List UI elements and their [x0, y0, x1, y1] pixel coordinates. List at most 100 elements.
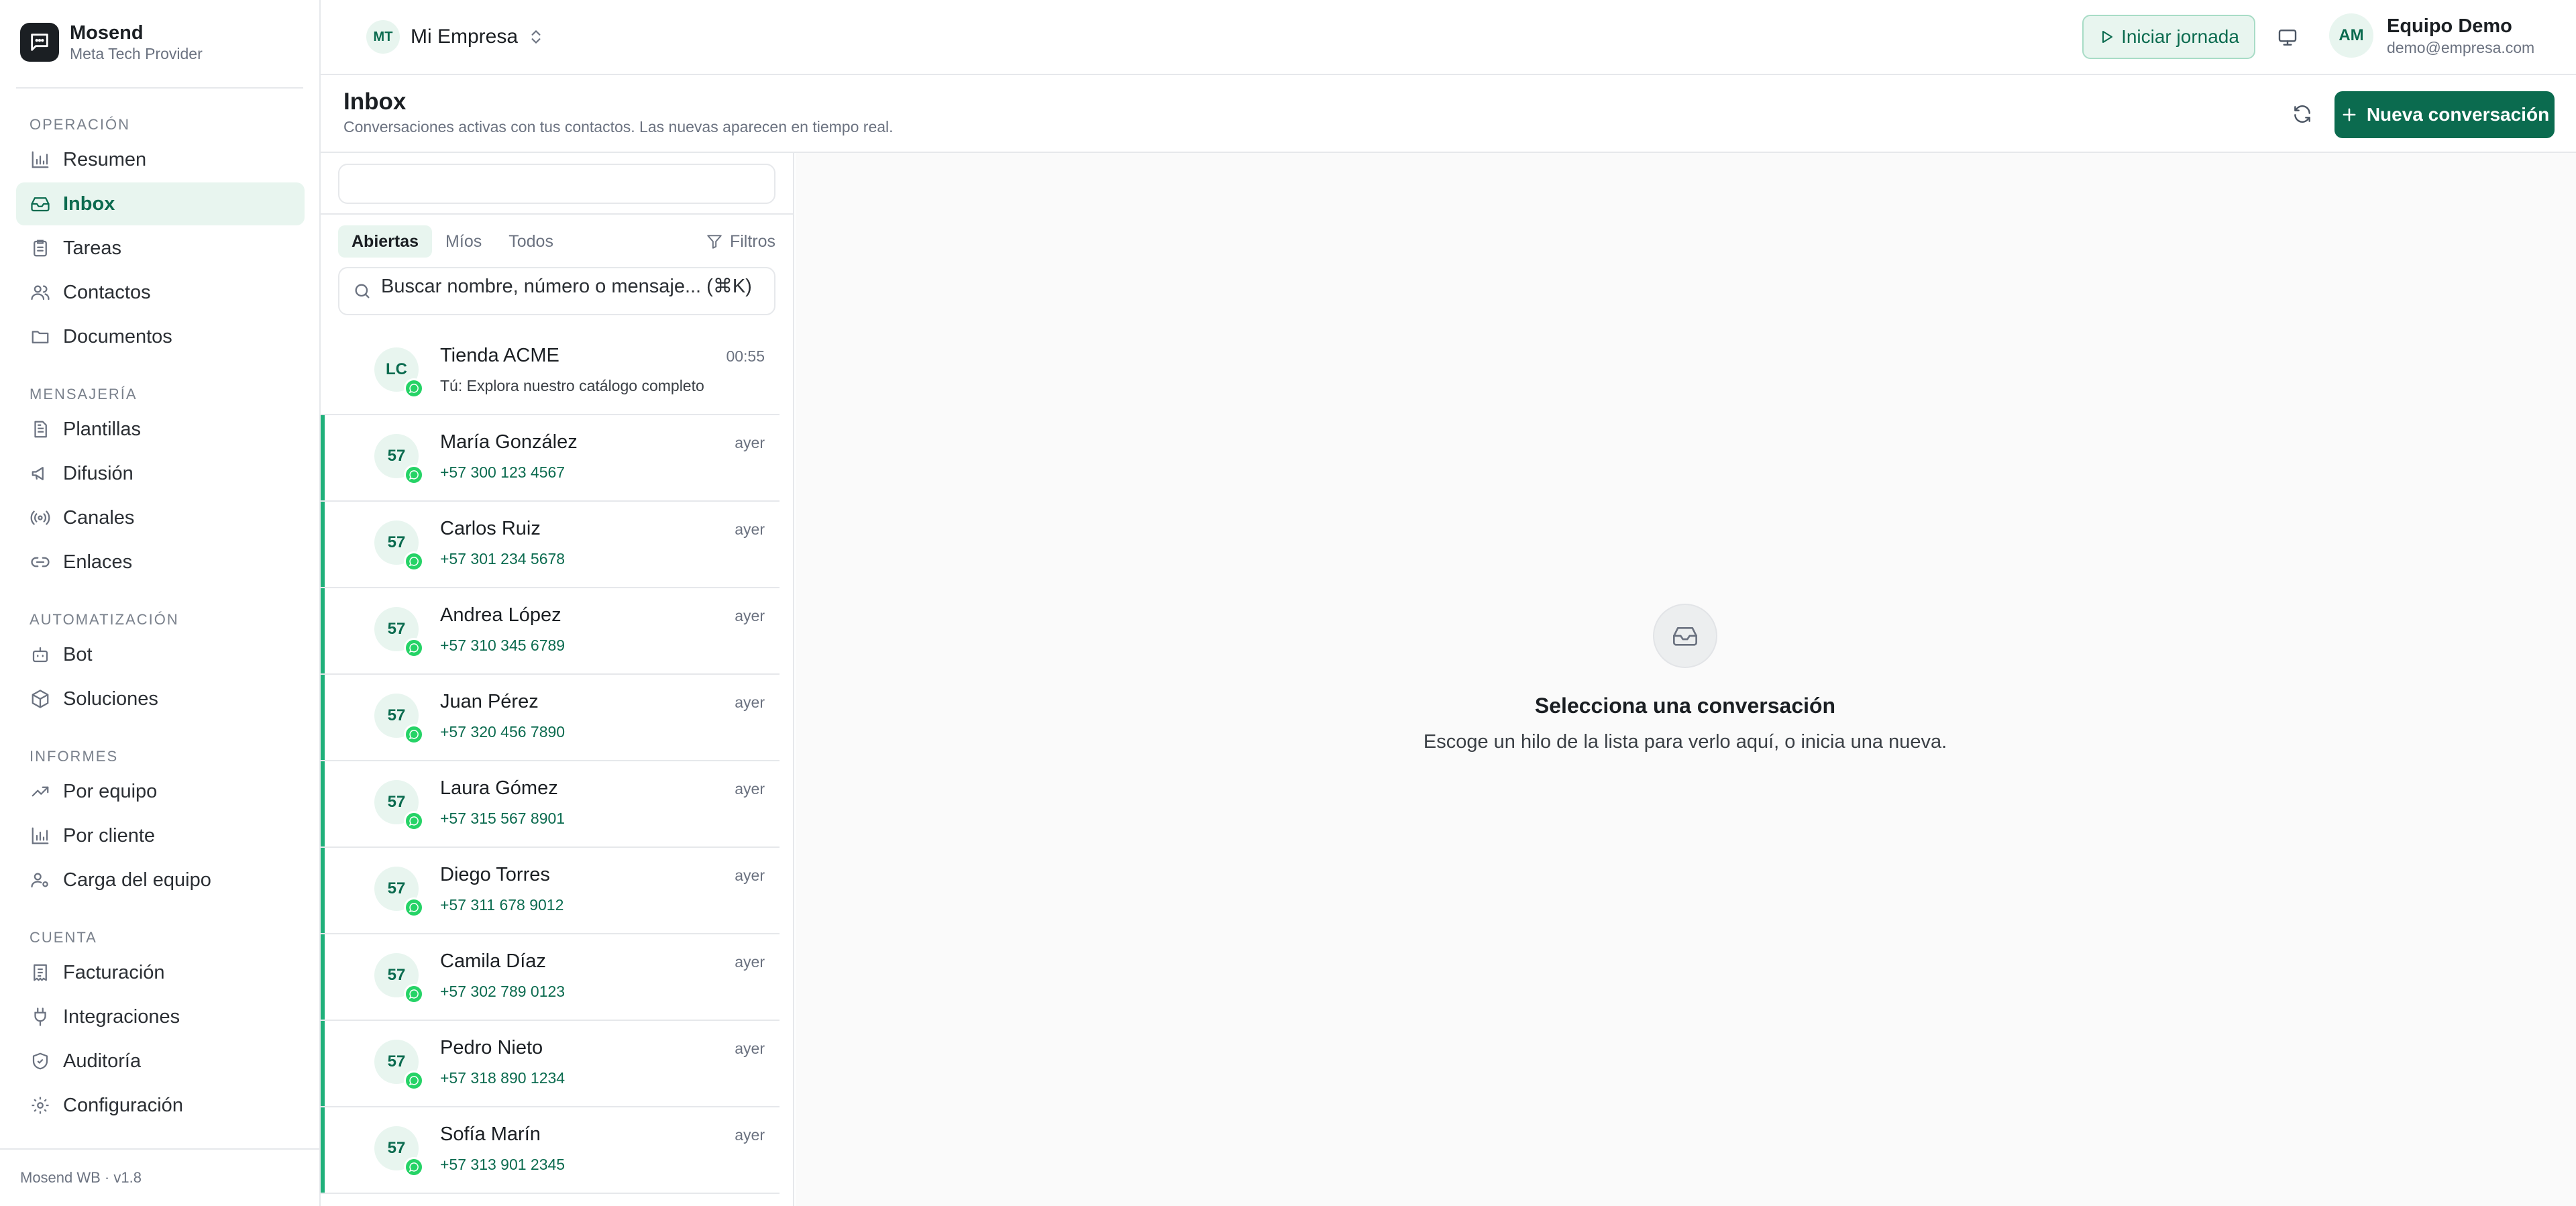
sidebar-nav: OPERACIÓN Resumen Inbox Tareas Contactos… — [0, 107, 321, 1144]
empty-state-title: Selecciona una conversación — [1534, 694, 1836, 718]
conversation-time: ayer — [735, 694, 765, 711]
company-badge: MT — [366, 20, 400, 54]
conversation-time: ayer — [735, 780, 765, 798]
tab-abiertas[interactable]: Abiertas — [338, 225, 433, 258]
tab-todos[interactable]: Todos — [495, 225, 567, 258]
list-toolbar — [321, 153, 794, 215]
sidebar-item-plantillas[interactable]: Plantillas — [16, 408, 305, 451]
list-item[interactable]: 57 Diego Torres ayer +57 311 678 9012 — [321, 848, 780, 934]
sidebar-item-bot[interactable]: Bot — [16, 633, 305, 676]
contact-name: Pedro Nieto — [440, 1037, 543, 1058]
list-item[interactable]: 57 María González ayer +57 300 123 4567 — [321, 415, 780, 502]
sidebar-item-contactos[interactable]: Contactos — [16, 271, 305, 314]
list-item[interactable]: 57 Laura Gómez ayer +57 315 567 8901 — [321, 761, 780, 848]
search-input[interactable] — [381, 275, 757, 298]
list-item[interactable]: 57 Juan Pérez ayer +57 320 456 7890 — [321, 675, 780, 761]
sidebar-item-documentos[interactable]: Documentos — [16, 315, 305, 358]
sidebar-item-carga-del-equipo[interactable]: Carga del equipo — [16, 859, 305, 901]
search-box[interactable] — [338, 267, 775, 315]
page-title: Inbox — [343, 89, 407, 115]
conversation-time: 00:55 — [726, 347, 765, 365]
sidebar-item-facturacion[interactable]: Facturación — [16, 951, 305, 994]
list-item[interactable]: 57 Pedro Nieto ayer +57 318 890 1234 — [321, 1021, 780, 1107]
whatsapp-icon — [404, 811, 424, 831]
users-icon — [28, 280, 52, 305]
sidebar-item-configuracion[interactable]: Configuración — [16, 1084, 305, 1127]
contact-phone: +57 310 345 6789 — [440, 637, 566, 654]
page-header: Inbox Conversaciones activas con tus con… — [321, 75, 2576, 153]
trending-up-icon — [28, 779, 52, 804]
contact-phone: +57 313 901 2345 — [440, 1156, 566, 1173]
chevrons-up-down-icon — [527, 28, 545, 46]
sidebar-item-tareas[interactable]: Tareas — [16, 227, 305, 270]
radio-icon — [28, 506, 52, 530]
sidebar-item-label: Soluciones — [63, 688, 158, 710]
sidebar-item-auditoria[interactable]: Auditoría — [16, 1040, 305, 1083]
sidebar-item-label: Difusión — [63, 462, 133, 484]
conversation-list-pane: Abiertas Míos Todos Filtros LC Tienda AC… — [321, 153, 794, 1206]
new-conversation-label: Nueva conversación — [2366, 104, 2550, 125]
contact-phone: +57 302 789 0123 — [440, 983, 566, 1000]
plus-icon — [2340, 105, 2359, 124]
new-conversation-button[interactable]: Nueva conversación — [2334, 91, 2555, 138]
sidebar-item-canales[interactable]: Canales — [16, 496, 305, 539]
list-item[interactable]: 57 Sofía Marín ayer +57 313 901 2345 — [321, 1107, 780, 1194]
megaphone-icon — [28, 461, 52, 486]
unread-indicator — [321, 848, 325, 933]
user-name: Equipo Demo — [2387, 15, 2512, 37]
contact-name: Laura Gómez — [440, 777, 558, 799]
contact-phone: +57 301 234 5678 — [440, 550, 566, 567]
receipt-icon — [28, 961, 52, 985]
section-title-operacion: OPERACIÓN — [30, 116, 131, 133]
section-title-cuenta: CUENTA — [30, 929, 97, 946]
list-item[interactable]: 57 Camila Díaz ayer +57 302 789 0123 — [321, 934, 780, 1021]
list-item[interactable]: LC Tienda ACME 00:55 Tú: Explora nuestro… — [321, 329, 780, 415]
whatsapp-icon — [404, 551, 424, 571]
filters-button[interactable]: Filtros — [706, 232, 775, 252]
whatsapp-icon — [404, 984, 424, 1004]
conversation-time: ayer — [735, 953, 765, 971]
start-shift-button[interactable]: Iniciar jornada — [2082, 15, 2255, 59]
settings-icon — [28, 1093, 52, 1117]
filter-icon — [706, 233, 723, 250]
sidebar-item-enlaces[interactable]: Enlaces — [16, 541, 305, 584]
sidebar-item-label: Por equipo — [63, 780, 158, 802]
whatsapp-icon — [404, 724, 424, 745]
sidebar-item-soluciones[interactable]: Soluciones — [16, 677, 305, 720]
sidebar-item-inbox[interactable]: Inbox — [16, 182, 305, 225]
sidebar-item-label: Enlaces — [63, 551, 133, 573]
user-menu[interactable]: AM Equipo Demo demo@empresa.com — [2329, 13, 2534, 58]
sidebar-item-resumen[interactable]: Resumen — [16, 138, 305, 181]
sidebar-item-por-cliente[interactable]: Por cliente — [16, 814, 305, 857]
sidebar-item-por-equipo[interactable]: Por equipo — [16, 770, 305, 813]
contact-phone: +57 300 123 4567 — [440, 463, 566, 481]
section-title-mensajeria: MENSAJERÍA — [30, 386, 138, 402]
conversation-time: ayer — [735, 867, 765, 884]
conversation-time: ayer — [735, 1040, 765, 1057]
conversation-detail-empty: Selecciona una conversación Escoge un hi… — [796, 153, 2576, 1206]
conversation-tabs: Abiertas Míos Todos Filtros — [338, 225, 775, 258]
sidebar-item-integraciones[interactable]: Integraciones — [16, 995, 305, 1038]
tab-mios[interactable]: Míos — [432, 225, 495, 258]
sidebar-item-label: Inbox — [63, 193, 115, 215]
refresh-icon[interactable] — [2286, 98, 2318, 130]
list-item[interactable]: 57 Andrea López ayer +57 310 345 6789 — [321, 588, 780, 675]
company-switcher[interactable]: MT Mi Empresa — [366, 17, 545, 56]
list-item[interactable]: 57 Carlos Ruiz ayer +57 301 234 5678 — [321, 502, 780, 588]
contact-name: María González — [440, 431, 578, 453]
sidebar: Mosend Meta Tech Provider OPERACIÓN Resu… — [0, 0, 321, 1206]
contact-name: Diego Torres — [440, 864, 550, 885]
blank-input[interactable] — [338, 164, 775, 204]
clipboard-icon — [28, 236, 52, 260]
sidebar-item-difusion[interactable]: Difusión — [16, 452, 305, 495]
whatsapp-icon — [404, 638, 424, 658]
brand-subtitle: Meta Tech Provider — [70, 45, 203, 62]
brand[interactable]: Mosend Meta Tech Provider — [20, 20, 203, 64]
play-icon — [2098, 29, 2114, 45]
contact-phone: +57 311 678 9012 — [440, 896, 564, 914]
monitor-icon[interactable] — [2273, 23, 2302, 52]
unread-indicator — [321, 675, 325, 760]
sidebar-item-label: Carga del equipo — [63, 869, 211, 891]
file-text-icon — [28, 417, 52, 441]
contact-name: Andrea López — [440, 604, 561, 626]
